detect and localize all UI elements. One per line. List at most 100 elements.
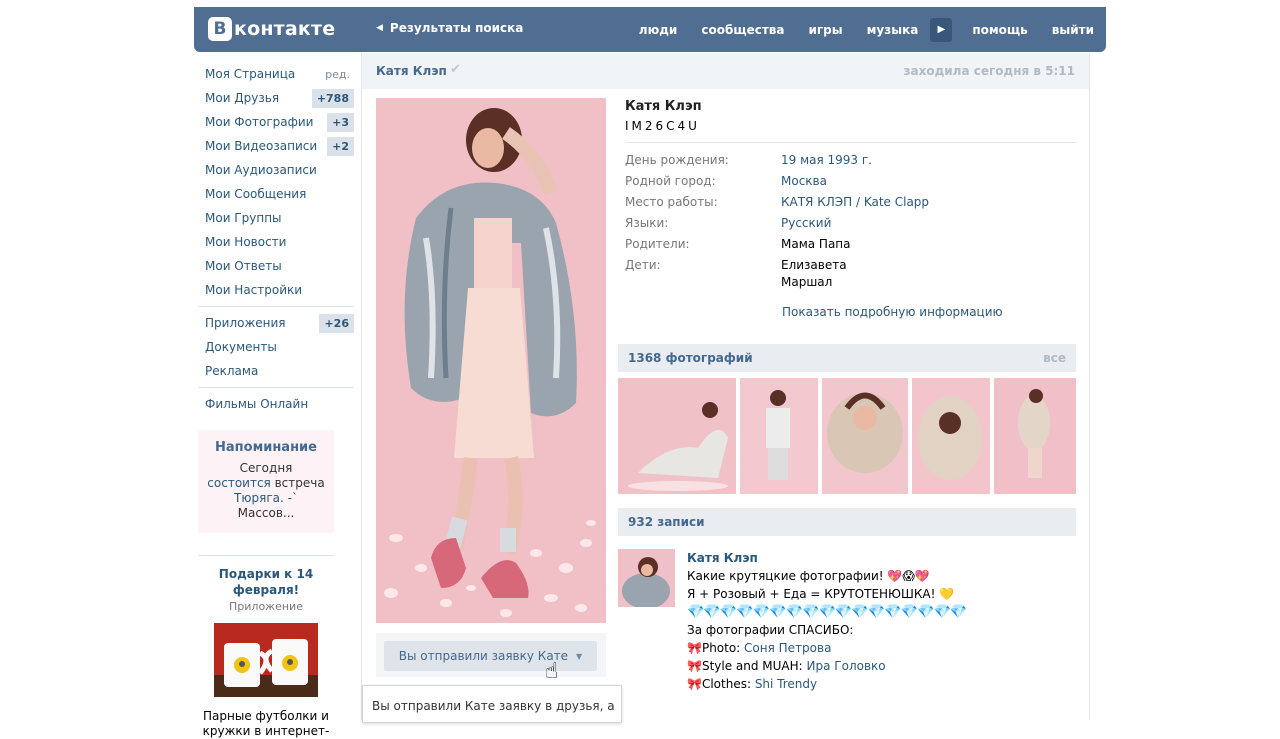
reminder-box: Напоминание Сегодня состоится встреча Тю… [198, 430, 334, 533]
divider [625, 142, 1077, 143]
credit-clothes-link[interactable]: Shi Trendy [755, 677, 817, 691]
back-arrow-icon: ◀ [376, 23, 383, 33]
tooltip-text: Вы отправили Кате заявку в друзья, а [372, 699, 615, 713]
photo-thumb[interactable] [994, 378, 1076, 494]
credit-clothes: 🎀Clothes: Shi Trendy [687, 677, 818, 691]
credit-photo: 🎀Photo: Соня Петрова [687, 641, 832, 655]
reminder-event-link[interactable]: Тюряга. -` [234, 491, 298, 505]
nav-communities[interactable]: сообщества [689, 23, 796, 37]
ribbon-icon: 🎀 [687, 677, 702, 691]
last-seen: заходила сегодня в 5:11 [903, 64, 1075, 78]
info-row-parents: Родители: Мама Папа [625, 237, 851, 251]
dropdown-caret-icon: ▼ [576, 651, 583, 661]
count-badge: +26 [319, 313, 354, 333]
menu-label: Мои Друзья [205, 91, 280, 105]
menu-item-groups[interactable]: Мои Группы [198, 206, 358, 230]
nav-games[interactable]: игры [797, 23, 855, 37]
menu-label: Документы [205, 340, 277, 354]
logo-icon: В [208, 17, 232, 41]
menu-label: Мои Новости [205, 235, 287, 249]
menu-label: Мои Группы [205, 211, 282, 225]
menu-label: Мои Ответы [205, 259, 282, 273]
nav-help[interactable]: помощь [960, 23, 1039, 37]
menu-item-ads[interactable]: Реклама [198, 359, 358, 383]
mug-image[interactable] [214, 623, 318, 697]
count-badge: +2 [327, 136, 354, 156]
info-row-languages: Языки: Русский [625, 216, 832, 230]
photo-thumb[interactable] [822, 378, 908, 494]
profile-info: Катя Клэп IM26C4U День рождения: 19 мая 1… [625, 99, 1077, 319]
photo-thumb[interactable] [618, 378, 736, 494]
show-more-link[interactable]: Показать подробную информацию [782, 305, 1077, 319]
credit-style-link[interactable]: Ира Головко [807, 659, 886, 673]
menu-label: Фильмы Онлайн [205, 397, 309, 411]
photo-thumb[interactable] [912, 378, 990, 494]
profile-status[interactable]: IM26C4U [625, 119, 1077, 133]
gift-ad[interactable]: Подарки к 14 февраля! Приложение Парные … [198, 555, 334, 739]
post-author-avatar[interactable] [618, 549, 675, 607]
header-name: Катя Клэп [376, 64, 447, 78]
menu-item-audio[interactable]: Мои Аудиозаписи [198, 158, 358, 182]
menu-label: Мои Видеозаписи [205, 139, 318, 153]
post-line-3: За фотографии СПАСИБО: [687, 623, 854, 637]
gift-title[interactable]: Подарки к 14 февраля! [198, 566, 334, 598]
profile-photo[interactable] [376, 98, 606, 623]
post-author[interactable]: Катя Клэп [687, 549, 1077, 567]
photos-title[interactable]: 1368 фотографий [628, 351, 753, 365]
menu-label: Мои Аудиозаписи [205, 163, 317, 177]
menu-item-friends[interactable]: Мои Друзья +788 [198, 86, 358, 110]
menu-label: Мои Настройки [205, 283, 303, 297]
diamond-row: 💎💎💎💎💎💎💎💎💎💎💎💎💎💎💎💎💎 [687, 604, 967, 620]
menu-item-news[interactable]: Мои Новости [198, 230, 358, 254]
menu-item-videos[interactable]: Мои Видеозаписи +2 [198, 134, 358, 158]
credit-style: 🎀Style and MUAH: Ира Головко [687, 659, 886, 673]
menu-item-answers[interactable]: Мои Ответы [198, 254, 358, 278]
back-to-search-link[interactable]: ◀ Результаты поиска [376, 21, 523, 35]
menu-item-settings[interactable]: Мои Настройки [198, 278, 358, 302]
profile-header: Катя Клэп ✔ заходила сегодня в 5:11 [362, 53, 1089, 89]
credit-photo-link[interactable]: Соня Петрова [744, 641, 831, 655]
edit-link[interactable]: ред. [325, 68, 350, 81]
menu-item-docs[interactable]: Документы [198, 335, 358, 359]
info-row-children: Дети: Елизавета Маршал [625, 258, 847, 289]
request-tooltip: Вы отправили Кате заявку в друзья, а [362, 685, 622, 723]
play-icon[interactable]: ▶ [930, 17, 953, 42]
request-label: Вы отправили заявку Кате [398, 649, 569, 663]
hand-cursor-icon: ☝ [545, 659, 559, 684]
profile-main: Катя Клэп ✔ заходила сегодня в 5:11 Вы о… [361, 53, 1090, 723]
vk-logo[interactable]: В контакте [208, 17, 335, 41]
reminder-text: Сегодня состоится встреча Тюряга. -` Мас… [207, 461, 325, 520]
left-menu: Моя Страница ред. Мои Друзья +788 Мои Фото… [198, 62, 358, 739]
nav-music[interactable]: музыка [855, 23, 931, 37]
logo-text: контакте [234, 18, 336, 40]
wall-title[interactable]: 932 записи [628, 515, 705, 529]
reminder-link[interactable]: состоится [207, 476, 270, 490]
menu-label: Мои Фотографии [205, 115, 314, 129]
info-row-work: Место работы: КАТЯ КЛЭП / Kate Clapp [625, 195, 930, 209]
request-box: Вы отправили заявку Кате ▼ [376, 633, 606, 677]
menu-item-my-page[interactable]: Моя Страница ред. [198, 62, 358, 86]
menu-item-photos[interactable]: Мои Фотографии +3 [198, 110, 358, 134]
photos-all-link[interactable]: все [1043, 351, 1066, 365]
divider [198, 306, 354, 307]
top-bar: В контакте ◀ Результаты поиска люди сооб… [194, 7, 1106, 52]
nav-logout[interactable]: выйти [1040, 23, 1106, 37]
menu-item-messages[interactable]: Мои Сообщения [198, 182, 358, 206]
ribbon-icon: 🎀 [687, 659, 702, 673]
gift-subtitle: Приложение [229, 600, 303, 613]
wall-section-header[interactable]: 932 записи [618, 508, 1076, 536]
photos-section-header[interactable]: 1368 фотографий все [618, 344, 1076, 372]
friend-request-button[interactable]: Вы отправили заявку Кате ▼ [384, 641, 597, 671]
menu-item-apps[interactable]: Приложения +26 [198, 311, 358, 335]
nav-people[interactable]: люди [627, 23, 690, 37]
photo-thumb[interactable] [740, 378, 818, 494]
menu-item-movies[interactable]: Фильмы Онлайн [198, 392, 358, 416]
verified-check-icon: ✔ [450, 62, 461, 77]
post-line-2: Я + Розовый + Еда = КРУТОТЕНЮШКА! 💛 [687, 587, 955, 601]
menu-label: Моя Страница [205, 67, 296, 81]
post-line-1: Какие крутяцкие фотографии! 💖😱💖 [687, 569, 930, 583]
ribbon-icon: 🎀 [687, 641, 702, 655]
gift-description[interactable]: Парные футболки и кружки в интернет- [198, 709, 334, 739]
profile-name: Катя Клэп [625, 99, 702, 114]
menu-label: Реклама [205, 364, 259, 378]
